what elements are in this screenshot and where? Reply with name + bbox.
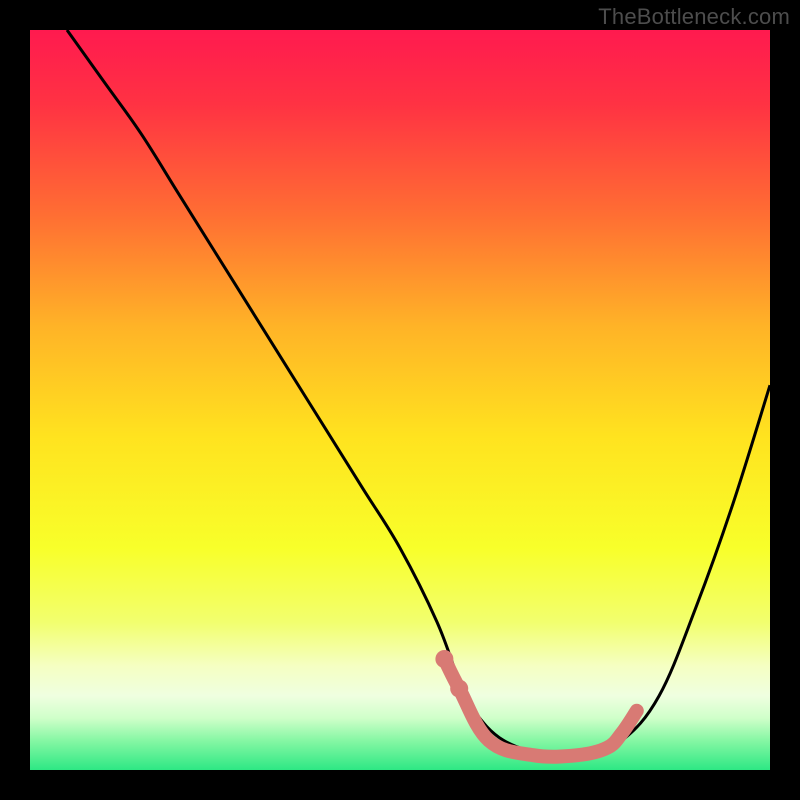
chart-frame: TheBottleneck.com — [0, 0, 800, 800]
background-gradient — [30, 30, 770, 770]
optimal-zone-dot — [435, 650, 453, 668]
optimal-zone-dot — [450, 680, 468, 698]
chart-svg — [30, 30, 770, 770]
plot-area — [30, 30, 770, 770]
watermark-text: TheBottleneck.com — [598, 4, 790, 30]
